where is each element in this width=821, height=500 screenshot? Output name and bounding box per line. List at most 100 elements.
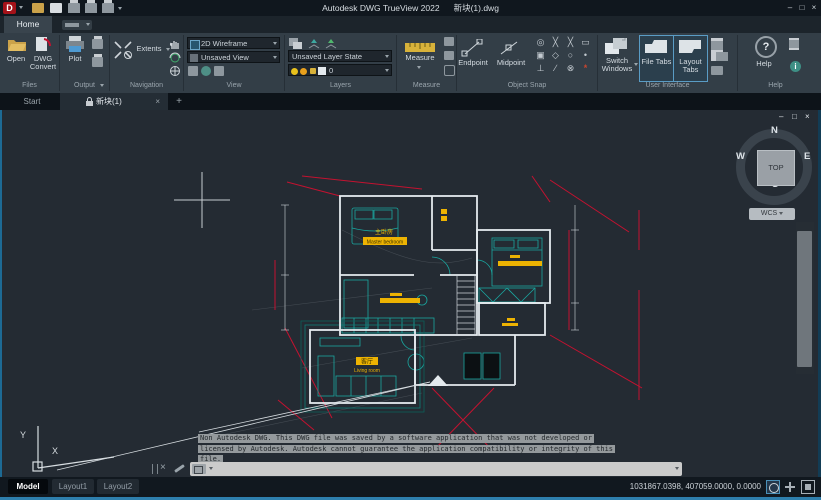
perpendicular-snap-icon[interactable]: ⊥ — [534, 62, 547, 74]
layer-current-value: 0 — [329, 66, 333, 75]
tile-vertically-icon[interactable] — [711, 52, 728, 61]
command-input[interactable] — [190, 462, 682, 476]
visual-style-dropdown[interactable]: 2D Wireframe — [187, 37, 280, 49]
viewcube-north[interactable]: N — [771, 125, 778, 136]
wcs-dropdown[interactable]: WCS — [749, 208, 795, 220]
node-snap-icon[interactable]: • — [579, 49, 592, 61]
steering-wheel-icon — [169, 65, 181, 77]
tab-layout2[interactable]: Layout2 — [97, 479, 139, 494]
vertical-scrollbar[interactable] — [796, 222, 814, 374]
batch-plot-button[interactable] — [92, 39, 103, 49]
extension-snap-icon[interactable]: ▭ — [579, 36, 592, 48]
tab-model[interactable]: Model — [8, 479, 48, 494]
panel-label-navigation: Navigation — [110, 80, 183, 92]
app-title-text: Autodesk DWG TrueView 2022 — [322, 3, 440, 13]
minimize-button[interactable]: – — [785, 2, 795, 13]
command-history-caret-icon[interactable] — [209, 467, 213, 470]
restore-button[interactable]: □ — [797, 2, 807, 13]
viewcube-west[interactable]: W — [736, 151, 745, 162]
close-button[interactable]: × — [809, 2, 819, 13]
open-button[interactable] — [7, 36, 27, 52]
view-manager-icon[interactable] — [214, 66, 224, 76]
midpoint-snap-icon — [498, 39, 520, 57]
warning-line-2: licensed by Autodesk. Autodesk cannot gu… — [198, 445, 615, 454]
nearest-snap-icon[interactable]: ⊗ — [564, 62, 577, 74]
quadrant-snap-icon[interactable]: ◇ — [549, 49, 562, 61]
file-tabs-label: File Tabs — [640, 58, 673, 66]
isolate-objects-button[interactable] — [766, 480, 780, 494]
switch-windows-caret-icon[interactable] — [634, 63, 638, 66]
ribbon-toggle-icon — [65, 23, 79, 27]
tab-start[interactable]: Start — [6, 93, 58, 110]
layer-dropdown[interactable]: 0 — [288, 64, 392, 76]
tab-document-label: 新块(1) — [96, 93, 122, 110]
visual-style-caret-icon — [273, 42, 277, 45]
command-recent-caret-icon[interactable] — [675, 467, 679, 470]
viewport-config-icon[interactable] — [188, 66, 198, 76]
named-view-caret-icon — [273, 56, 277, 59]
tab-close-icon[interactable]: × — [155, 93, 160, 110]
clean-screen-button[interactable] — [801, 480, 815, 494]
help-button[interactable]: ? — [755, 36, 777, 58]
measure-flyout-icon[interactable] — [417, 66, 421, 69]
plot-button[interactable] — [64, 36, 86, 53]
title-bar: D Autodesk DWG TrueView 2022新块(1).dwg – … — [0, 0, 821, 16]
viewcube-top-face[interactable]: TOP — [757, 150, 795, 186]
plot-preview-button[interactable] — [92, 57, 103, 67]
command-grip-icon[interactable] — [152, 464, 158, 474]
lock-icon — [86, 97, 93, 106]
layer-properties-icon — [289, 38, 302, 49]
tile-horizontally-icon[interactable] — [711, 38, 723, 53]
layer-isolate-icon — [308, 38, 320, 49]
drawing-canvas[interactable]: 主卧房 Master bedroom 客厅 Living room — [0, 110, 821, 477]
dwg-convert-button[interactable] — [34, 36, 52, 52]
view-sphere-icon[interactable] — [201, 66, 211, 76]
viewcube-east[interactable]: E — [804, 151, 810, 162]
parallel-snap-icon[interactable]: ∕ — [549, 62, 562, 74]
center-snap-icon[interactable]: ◎ — [534, 36, 547, 48]
dwg-convert-icon — [34, 36, 52, 52]
hardware-acceleration-button[interactable] — [783, 480, 797, 494]
endpoint-button-label: Endpoint — [455, 59, 491, 67]
scrollbar-thumb[interactable] — [797, 231, 812, 367]
ucs-x-label: X — [52, 446, 58, 456]
insertion-snap-icon[interactable]: ▣ — [534, 49, 547, 61]
quick-measure-icon[interactable] — [444, 65, 455, 76]
intersection-snap-icon[interactable]: ╳ — [549, 36, 562, 48]
feedback-icon[interactable] — [789, 38, 799, 50]
ribbon-display-toggle[interactable] — [62, 20, 92, 30]
command-close-icon[interactable]: × — [160, 462, 166, 473]
customize-icon[interactable] — [174, 464, 185, 473]
visual-style-icon — [190, 40, 200, 50]
layer-unisolate-icon — [325, 38, 337, 49]
extract-edges-icon[interactable] — [444, 37, 454, 46]
drawing-close-button[interactable]: × — [805, 112, 810, 121]
tab-layout1[interactable]: Layout1 — [52, 479, 94, 494]
pan-hand-icon — [169, 38, 181, 50]
zoom-extents-icon[interactable] — [113, 40, 133, 60]
info-icon[interactable]: i — [790, 61, 801, 72]
viewcube[interactable]: N W E S TOP WCS — [730, 123, 821, 225]
named-view-dropdown[interactable]: Unsaved View — [187, 51, 280, 63]
drawing-minimize-button[interactable]: – — [779, 112, 783, 121]
panel-label-help: Help — [738, 80, 813, 92]
file-tabs-toggle[interactable]: File Tabs — [639, 35, 674, 82]
command-line-bar: × — [152, 461, 682, 477]
drawing-restore-button[interactable]: □ — [792, 112, 797, 121]
midpoint-button-label: Midpoint — [493, 59, 529, 67]
layout-tabs-icon — [678, 39, 702, 55]
zoom-extents-button[interactable]: Extents — [134, 45, 164, 53]
named-view-value: Unsaved View — [201, 53, 249, 62]
copy-objects-icon[interactable] — [444, 51, 454, 60]
tab-document[interactable]: 新块(1) × — [60, 93, 168, 110]
new-tab-button[interactable]: + — [173, 96, 185, 108]
cascade-windows-icon[interactable] — [711, 66, 723, 75]
layer-state-dropdown[interactable]: Unsaved Layer State — [288, 50, 392, 62]
layout-tabs-toggle[interactable]: Layout Tabs — [673, 35, 708, 82]
snap-settings-icon[interactable]: * — [579, 62, 592, 74]
tangent-snap-icon[interactable]: ○ — [564, 49, 577, 61]
tab-home[interactable]: Home — [4, 16, 52, 33]
output-flyout-icon[interactable] — [100, 84, 104, 87]
apparent-intersect-snap-icon[interactable]: ╳ — [564, 36, 577, 48]
command-prompt-icon — [192, 464, 206, 474]
